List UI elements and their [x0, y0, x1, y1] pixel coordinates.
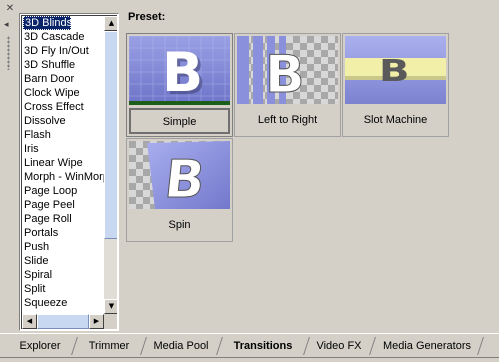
- list-item[interactable]: Spiral: [22, 268, 104, 282]
- preset-tile-simple[interactable]: B B Simple: [126, 33, 233, 137]
- list-item[interactable]: 3D Fly In/Out: [22, 44, 104, 58]
- tab-trimmer[interactable]: Trimmer: [80, 336, 138, 356]
- list-item[interactable]: Portals: [22, 226, 104, 240]
- preset-thumbnail: B: [345, 36, 446, 104]
- list-item[interactable]: Dissolve: [22, 114, 104, 128]
- list-item[interactable]: Page Loop: [22, 184, 104, 198]
- horizontal-scrollbar[interactable]: ◀ ▶: [22, 314, 104, 329]
- list-item[interactable]: Morph - WinMorph: [22, 170, 104, 184]
- tab-explorer[interactable]: Explorer: [10, 336, 70, 356]
- list-item[interactable]: Page Roll: [22, 212, 104, 226]
- svg-text:B: B: [265, 45, 305, 104]
- vertical-scroll-thumb[interactable]: [104, 31, 117, 239]
- tab-video-fx[interactable]: Video FX: [311, 336, 367, 356]
- scroll-left-button[interactable]: ◀: [22, 314, 37, 329]
- window-tab-bar: Explorer Trimmer Media Pool Transitions …: [0, 333, 499, 362]
- list-item[interactable]: Flash: [22, 128, 104, 142]
- list-item[interactable]: 3D Shuffle: [22, 58, 104, 72]
- tab-divider: [216, 337, 223, 355]
- tab-baseline: [0, 357, 499, 358]
- svg-text:B: B: [162, 150, 208, 209]
- pin-icon[interactable]: ◂: [4, 20, 14, 30]
- list-item[interactable]: Slide: [22, 254, 104, 268]
- vertical-scrollbar[interactable]: ▲ ▼: [104, 16, 117, 314]
- list-item[interactable]: Cross Effect: [22, 100, 104, 114]
- tab-divider: [477, 337, 484, 355]
- scroll-right-button[interactable]: ▶: [89, 314, 104, 329]
- list-item[interactable]: Iris: [22, 142, 104, 156]
- tab-divider: [71, 337, 78, 355]
- scrollbar-corner: [104, 314, 117, 329]
- tab-media-pool[interactable]: Media Pool: [148, 336, 214, 356]
- preset-label: Slot Machine: [363, 114, 428, 126]
- preset-thumbnail: B: [237, 36, 338, 104]
- preset-thumbnail: B B: [129, 36, 230, 104]
- tab-divider: [140, 337, 147, 355]
- transition-list[interactable]: 3D Blinds 3D Cascade 3D Fly In/Out 3D Sh…: [22, 16, 104, 314]
- preset-tile-left-to-right[interactable]: B Left to Right: [234, 33, 341, 137]
- preset-label: Simple: [129, 108, 230, 134]
- selection-indicator: [129, 101, 230, 105]
- list-item[interactable]: Squeeze: [22, 296, 104, 310]
- list-item[interactable]: 3D Cascade: [22, 30, 104, 44]
- svg-text:B: B: [379, 54, 409, 89]
- preset-gallery: B B Simple B Left to Right B Slot Machin…: [126, 33, 464, 245]
- list-item[interactable]: Linear Wipe: [22, 156, 104, 170]
- tab-media-generators[interactable]: Media Generators: [378, 336, 476, 356]
- preset-tile-spin[interactable]: B Spin: [126, 138, 233, 242]
- close-icon[interactable]: ✕: [5, 4, 15, 14]
- list-item[interactable]: Clock Wipe: [22, 86, 104, 100]
- grip-handle[interactable]: [7, 36, 10, 70]
- tab-divider: [303, 337, 310, 355]
- list-item[interactable]: Push: [22, 240, 104, 254]
- preset-label: Left to Right: [257, 114, 318, 126]
- dock-grip[interactable]: ✕ ◂: [0, 0, 18, 336]
- horizontal-scroll-thumb[interactable]: [37, 314, 89, 329]
- preset-heading: Preset:: [128, 11, 166, 23]
- tab-transitions[interactable]: Transitions: [224, 336, 302, 356]
- list-item[interactable]: 3D Blinds: [23, 16, 71, 30]
- scroll-up-button[interactable]: ▲: [104, 16, 117, 31]
- preset-thumbnail: B: [129, 141, 230, 209]
- scroll-down-button[interactable]: ▼: [104, 299, 117, 314]
- list-item[interactable]: Split: [22, 282, 104, 296]
- preset-tile-slot-machine[interactable]: B Slot Machine: [342, 33, 449, 137]
- list-item[interactable]: Barn Door: [22, 72, 104, 86]
- transitions-listbox[interactable]: 3D Blinds 3D Cascade 3D Fly In/Out 3D Sh…: [19, 13, 119, 331]
- svg-text:B: B: [162, 41, 203, 104]
- list-item[interactable]: Page Peel: [22, 198, 104, 212]
- preset-label: Spin: [168, 219, 191, 231]
- tab-divider: [369, 337, 376, 355]
